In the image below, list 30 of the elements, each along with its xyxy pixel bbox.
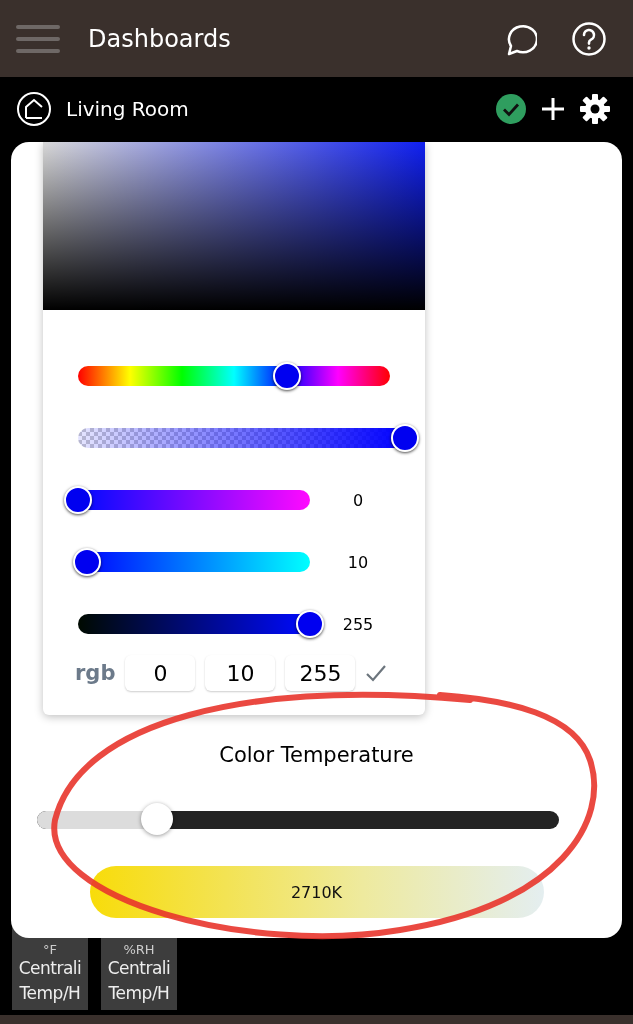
section-title: Color Temperature [219,743,414,767]
slider-thumb[interactable] [141,803,174,835]
slider-value: 10 [346,552,370,572]
slider-value: 0 [351,490,365,510]
slider-thumb[interactable] [273,362,302,390]
slider-thumb[interactable] [73,548,102,576]
value-field[interactable]: 0 [125,655,196,691]
value-field[interactable]: 255 [285,655,356,691]
slider-value: 255 [341,614,375,634]
slider-thumb[interactable] [296,610,324,638]
tile-label: Temp/H [19,982,81,1005]
value-field[interactable]: 10 [205,655,276,691]
slider-thumb[interactable] [391,424,419,452]
mode-label[interactable]: rgb [75,661,116,685]
help-icon[interactable] [571,20,607,57]
settings-icon[interactable] [579,93,611,125]
room-title: Living Room [66,97,189,121]
color-area[interactable] [43,142,425,310]
app-title: Dashboards [88,24,232,53]
check-circle-icon[interactable] [495,93,527,125]
tile-label: Centrali [107,957,171,980]
tile-label: °F [43,943,57,956]
tile-label: Temp/H [108,982,170,1005]
slider-thumb[interactable] [64,486,92,514]
home-icon[interactable] [16,91,52,127]
temperature-button[interactable]: 2710K [89,866,544,918]
tile-label: Centrali [18,957,82,980]
plus-icon[interactable] [541,97,565,121]
check-icon[interactable] [365,664,388,682]
tile-label: %RH [123,943,155,956]
